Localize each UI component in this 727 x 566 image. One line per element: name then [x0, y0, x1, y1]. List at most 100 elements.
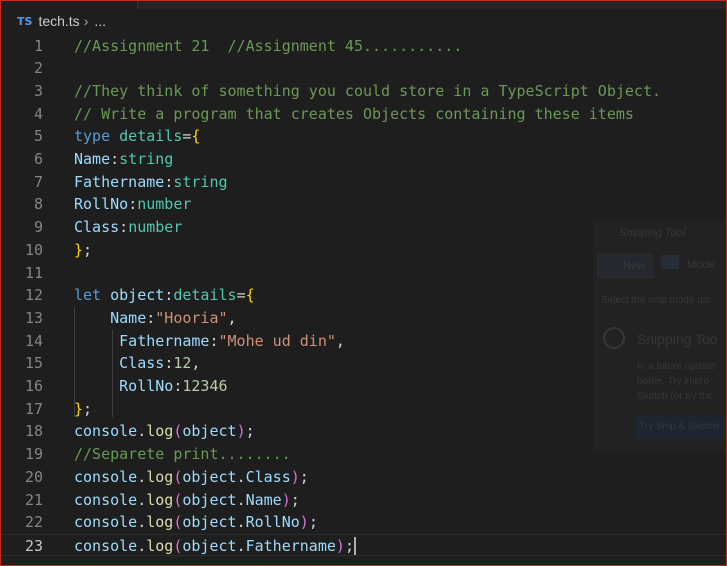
code-token: Name	[245, 490, 282, 509]
code-token: console	[74, 536, 138, 555]
code-line[interactable]: 8 RollNo:number	[1, 193, 726, 215]
code-token: :	[146, 308, 156, 327]
code-token: =	[236, 286, 246, 305]
line-number: 23	[24, 536, 43, 555]
code-token: ;	[83, 240, 93, 259]
code-text: //Separete print........	[74, 443, 291, 465]
code-token: console	[74, 513, 138, 532]
code-token: object	[110, 286, 165, 305]
code-token: Class	[74, 218, 120, 237]
code-token: {	[245, 286, 255, 305]
snip-title: Snipping Tool	[619, 227, 686, 239]
code-token: object	[182, 467, 237, 486]
active-tab-edge[interactable]	[1, 1, 138, 9]
code-token: .	[236, 490, 246, 509]
line-number: 8	[33, 195, 43, 214]
line-number: 16	[24, 377, 43, 395]
code-line[interactable]: 22 console.log(object.RollNo);	[1, 511, 726, 533]
code-line[interactable]: 21 console.log(object.Name);	[1, 489, 726, 511]
code-text: RollNo:number	[74, 193, 191, 215]
snip-instruction: Select the snip mode usi	[601, 295, 710, 306]
code-token: ,	[335, 331, 345, 350]
line-number: 20	[24, 467, 43, 486]
line-number: 1	[33, 36, 43, 55]
code-text: console.log(object);	[74, 420, 255, 442]
code-token: object	[182, 513, 237, 532]
line-number: 10	[24, 240, 43, 259]
code-token: .	[137, 513, 147, 532]
code-line[interactable]: 3 //They think of something you could sto…	[1, 80, 726, 102]
code-token: log	[146, 467, 174, 486]
code-token: Fathername	[119, 331, 210, 350]
code-text: // Write a program that creates Objects …	[74, 103, 634, 125]
line-number: 6	[33, 150, 43, 168]
code-line[interactable]: 20 console.log(object.Class);	[1, 466, 726, 488]
line-number: 22	[24, 513, 43, 532]
code-token: string	[119, 150, 174, 168]
code-line[interactable]: 6 Name:string	[1, 148, 726, 170]
code-text: console.log(object.Class);	[74, 466, 309, 488]
code-token: :	[209, 331, 219, 350]
code-line[interactable]: 2	[1, 57, 726, 79]
breadcrumb-file[interactable]: tech.ts	[38, 13, 79, 29]
code-line[interactable]: 4 // Write a program that creates Objects…	[1, 103, 726, 125]
code-text: Fathername:"Mohe ud din",	[74, 330, 345, 352]
code-token: console	[74, 422, 138, 441]
code-token: Name	[74, 150, 111, 168]
code-token: let	[74, 286, 102, 305]
code-token: number	[128, 218, 183, 237]
code-token: type	[74, 127, 111, 146]
code-text: };	[74, 239, 92, 261]
code-token: ,	[227, 308, 237, 327]
breadcrumb-more[interactable]: ...	[94, 13, 106, 29]
info-icon	[603, 327, 625, 349]
code-token: {	[191, 127, 201, 146]
code-line[interactable]: 7 Fathername:string	[1, 171, 726, 193]
snip-mode-label[interactable]: Mode	[687, 259, 715, 271]
code-token: Class	[119, 354, 165, 373]
snip-new-label: New	[623, 260, 646, 272]
typescript-file-icon: TS	[17, 14, 33, 28]
code-token: //They think of something you could stor…	[74, 81, 661, 100]
line-number: 11	[24, 263, 43, 282]
snip-heading: Snipping Too	[637, 331, 718, 347]
code-token: ;	[245, 422, 255, 441]
code-line[interactable]: 5 type details={	[1, 125, 726, 147]
code-token: :	[128, 195, 138, 214]
breadcrumb: TS tech.ts › ...	[1, 9, 726, 33]
code-text: Class:12,	[74, 352, 200, 374]
code-line[interactable]: 23 console.log(object.Fathername);	[1, 533, 726, 556]
editor-window: TS tech.ts › ... 1 //Assignment 21 //Assi…	[0, 0, 727, 566]
code-token: RollNo	[74, 195, 129, 214]
code-token: Class	[245, 467, 291, 486]
line-number: 13	[24, 308, 43, 327]
code-line[interactable]: 1 //Assignment 21 //Assignment 45........…	[1, 35, 726, 57]
code-token: object	[182, 490, 237, 509]
code-token: .	[137, 467, 147, 486]
code-token: details	[173, 286, 237, 305]
code-token: ;	[83, 399, 93, 418]
code-token: "Mohe ud din"	[218, 331, 336, 350]
line-number: 4	[33, 104, 43, 123]
line-number: 15	[24, 354, 43, 373]
code-token: ;	[290, 490, 300, 509]
snipping-tool-overlay: Snipping Tool New Mode Select the snip m…	[593, 219, 726, 451]
code-token: // Write a program that creates Objects …	[74, 104, 634, 123]
code-text: Name:"Hooria",	[74, 307, 237, 329]
code-text: Name:string	[74, 148, 173, 170]
line-number: 18	[24, 422, 43, 441]
code-token: ;	[344, 536, 354, 555]
code-token: Name	[110, 308, 147, 327]
code-token: :	[164, 172, 174, 191]
code-text: Class:number	[74, 216, 182, 238]
code-text: type details={	[74, 125, 200, 147]
code-token: "Hooria"	[155, 308, 228, 327]
code-token: }	[74, 399, 84, 418]
code-text: };	[74, 398, 92, 420]
code-text: let object:details={	[74, 284, 255, 306]
code-token: ;	[299, 467, 309, 486]
code-token: :	[119, 218, 129, 237]
code-token: }	[74, 240, 84, 259]
